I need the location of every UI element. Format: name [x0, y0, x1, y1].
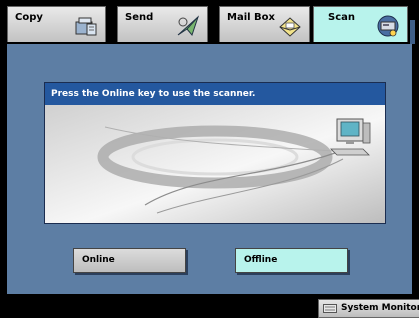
- tab-mail-box-label: Mail Box: [227, 12, 275, 23]
- mailbox-icon: [279, 17, 301, 37]
- system-monitor-icon: [323, 304, 337, 313]
- footer-bar: System Monitor: [0, 294, 419, 318]
- tab-mail-box[interactable]: Mail Box: [219, 6, 310, 42]
- online-button[interactable]: Online: [73, 248, 186, 273]
- system-monitor-button[interactable]: System Monitor: [318, 299, 419, 318]
- tab-scan[interactable]: Scan: [313, 6, 408, 42]
- scanner-network-illustration: [45, 105, 385, 223]
- tab-copy[interactable]: Copy: [7, 6, 106, 42]
- scanner-status-panel: Press the Online key to use the scanner.: [44, 82, 386, 224]
- tab-copy-label: Copy: [15, 12, 43, 23]
- copy-icon: [75, 17, 97, 36]
- tab-scan-label: Scan: [328, 12, 355, 23]
- computer-icon: [330, 118, 371, 156]
- tab-send[interactable]: Send: [117, 6, 208, 42]
- offline-button[interactable]: Offline: [235, 248, 348, 273]
- tab-send-label: Send: [125, 12, 154, 23]
- scan-main-area: Press the Online key to use the scanner.: [7, 44, 412, 294]
- function-tab-bar: Copy Send Mail Box Scan: [0, 0, 419, 44]
- scanner-status-message: Press the Online key to use the scanner.: [45, 83, 385, 105]
- tab-bar-edge: [410, 20, 415, 44]
- system-monitor-label: System Monitor: [341, 303, 419, 313]
- scanner-icon: [377, 15, 399, 37]
- send-icon: [177, 15, 200, 37]
